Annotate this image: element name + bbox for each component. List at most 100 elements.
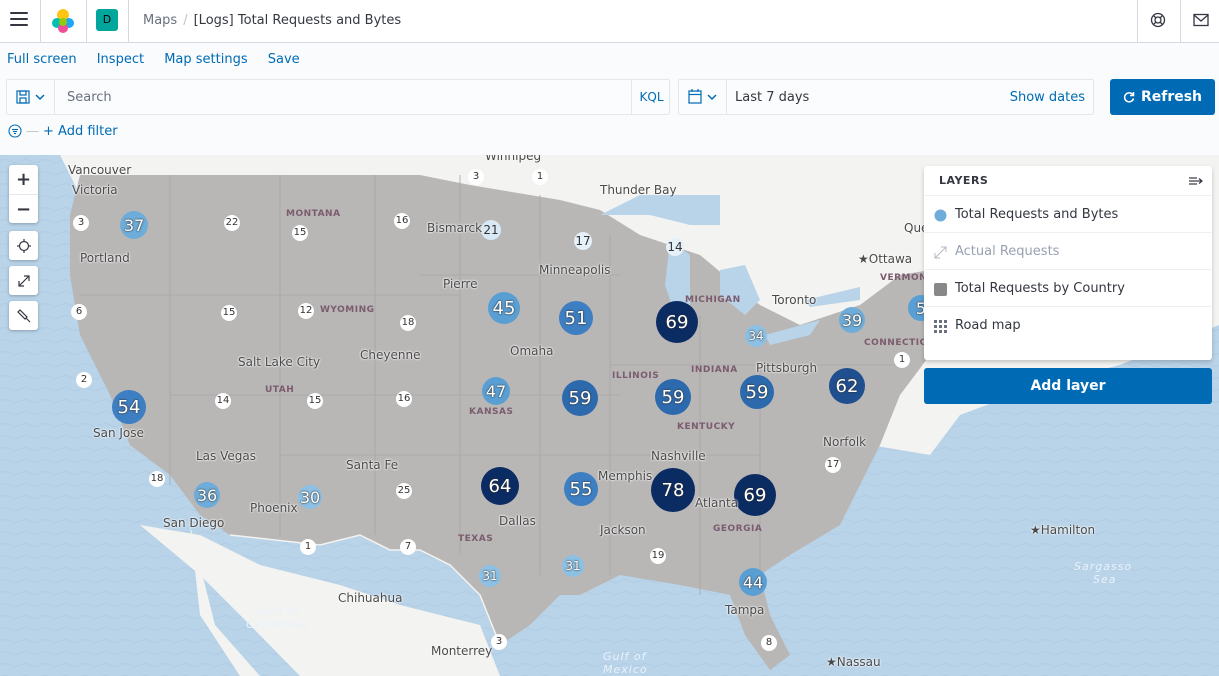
cluster-marker[interactable]: 31 [479,565,501,587]
help-icon[interactable] [1150,12,1166,28]
place-label: Norfolk [823,435,867,449]
small-cluster-marker[interactable]: 15 [292,225,308,241]
map-settings-link[interactable]: Map settings [164,52,247,67]
cluster-marker[interactable]: 78 [651,468,695,512]
cluster-marker[interactable]: 31 [562,555,584,577]
small-cluster-marker[interactable]: 15 [221,305,237,321]
small-cluster-marker[interactable]: 8 [761,635,777,651]
add-filter-button[interactable]: + Add filter [43,124,118,139]
kql-toggle[interactable]: KQL [631,80,671,114]
small-cluster-marker[interactable]: 17 [825,457,841,473]
place-label: Tampa [725,603,765,617]
zoom-in-button[interactable]: + [9,165,38,194]
small-cluster-marker[interactable]: 7 [400,539,416,555]
elastic-logo-icon[interactable] [50,9,76,33]
mail-icon[interactable] [1193,13,1209,27]
small-cluster-marker[interactable]: 2 [76,372,92,388]
small-cluster-marker[interactable]: 1 [894,352,910,368]
small-cluster-marker[interactable]: 22 [224,215,240,231]
small-cluster-marker[interactable]: 12 [298,303,314,319]
breadcrumb: Maps / [Logs] Total Requests and Bytes [143,13,401,28]
small-cluster-marker[interactable]: 6 [71,304,87,320]
cluster-marker[interactable]: 54 [112,390,146,424]
cluster-marker[interactable]: 36 [194,482,220,508]
layers-panel: LAYERS Total Requests and Bytes Actual R… [924,166,1212,360]
layer-row-actual-requests[interactable]: Actual Requests [924,232,1212,269]
add-layer-button[interactable]: Add layer [924,368,1212,404]
resize-arrow-icon [934,246,947,259]
cluster-marker[interactable]: 17 [574,232,592,250]
fullscreen-control [9,266,38,295]
small-cluster-marker[interactable]: 3 [468,169,484,185]
refresh-label: Refresh [1140,89,1203,105]
place-label: Jackson [600,523,646,537]
small-cluster-marker[interactable]: 14 [215,393,231,409]
place-label: Thunder Bay [600,183,677,197]
cluster-marker[interactable]: 21 [481,220,501,240]
state-label: GEORGIA [713,524,763,534]
locate-button[interactable] [9,231,38,260]
layer-label: Road map [955,318,1021,333]
cluster-marker[interactable]: 51 [559,301,593,335]
small-cluster-marker[interactable]: 1 [300,539,316,555]
cluster-marker[interactable]: 64 [481,467,519,505]
save-link[interactable]: Save [268,52,300,67]
full-screen-link[interactable]: Full screen [7,52,77,67]
draw-tools-button[interactable] [9,301,38,330]
zoom-out-button[interactable]: − [9,194,38,223]
breadcrumb-current: [Logs] Total Requests and Bytes [193,13,402,28]
cluster-marker[interactable]: 59 [740,375,774,409]
cluster-marker[interactable]: 55 [564,472,598,506]
cluster-marker[interactable]: 30 [298,485,322,509]
small-cluster-marker[interactable]: 3 [491,634,507,650]
cluster-marker[interactable]: 69 [656,301,698,343]
date-range-label[interactable]: Last 7 days [735,90,809,105]
refresh-button[interactable]: Refresh [1110,79,1215,115]
small-cluster-marker[interactable]: 18 [149,471,165,487]
cluster-marker[interactable]: 39 [839,307,865,333]
place-label: Omaha [510,344,554,358]
cluster-marker[interactable]: 34 [745,325,767,347]
small-cluster-marker[interactable]: 16 [394,213,410,229]
show-dates-link[interactable]: Show dates [1010,90,1085,105]
cluster-marker[interactable]: 59 [562,380,598,416]
cluster-marker[interactable]: 45 [488,292,520,324]
state-label: WYOMING [320,305,375,315]
cluster-marker[interactable]: 62 [829,368,865,404]
layer-label: Total Requests and Bytes [955,207,1119,222]
place-label: San Jose [93,426,144,440]
filter-row: — + Add filter [8,124,118,139]
small-cluster-marker[interactable]: 3 [73,215,89,231]
layer-row-road-map[interactable]: Road map [924,306,1212,343]
small-cluster-marker[interactable]: 18 [400,315,416,331]
inspect-link[interactable]: Inspect [97,52,144,67]
header-divider [86,0,87,42]
expand-button[interactable] [9,266,38,295]
space-avatar[interactable]: D [96,9,118,31]
cluster-marker[interactable]: 69 [734,474,776,516]
small-cluster-marker[interactable]: 15 [307,393,323,409]
cluster-marker[interactable]: 47 [482,377,510,405]
saved-query-button[interactable] [7,80,55,114]
filter-options-icon[interactable] [8,124,22,138]
breadcrumb-maps[interactable]: Maps [143,13,177,28]
collapse-panel-icon[interactable] [1189,176,1203,186]
cluster-marker[interactable]: 44 [739,568,767,596]
search-input[interactable] [56,80,631,114]
cluster-marker[interactable]: 14 [666,238,684,256]
small-cluster-marker[interactable]: 16 [396,391,412,407]
layer-label: Total Requests by Country [955,281,1125,296]
cluster-marker[interactable]: 37 [120,211,148,239]
small-cluster-marker[interactable]: 19 [650,548,666,564]
place-label: Dallas [499,514,536,528]
small-cluster-marker[interactable]: 1 [532,169,548,185]
layer-row-total-requests[interactable]: Total Requests and Bytes [924,195,1212,232]
place-label: ★Ottawa [858,252,913,266]
small-cluster-marker[interactable]: 25 [396,483,412,499]
quick-date-button[interactable] [679,80,727,114]
cluster-marker[interactable]: 59 [655,379,691,415]
layer-row-requests-by-country[interactable]: Total Requests by Country [924,269,1212,306]
layers-title: LAYERS [939,174,989,187]
menu-icon[interactable] [10,12,28,28]
wrench-icon [16,308,30,322]
